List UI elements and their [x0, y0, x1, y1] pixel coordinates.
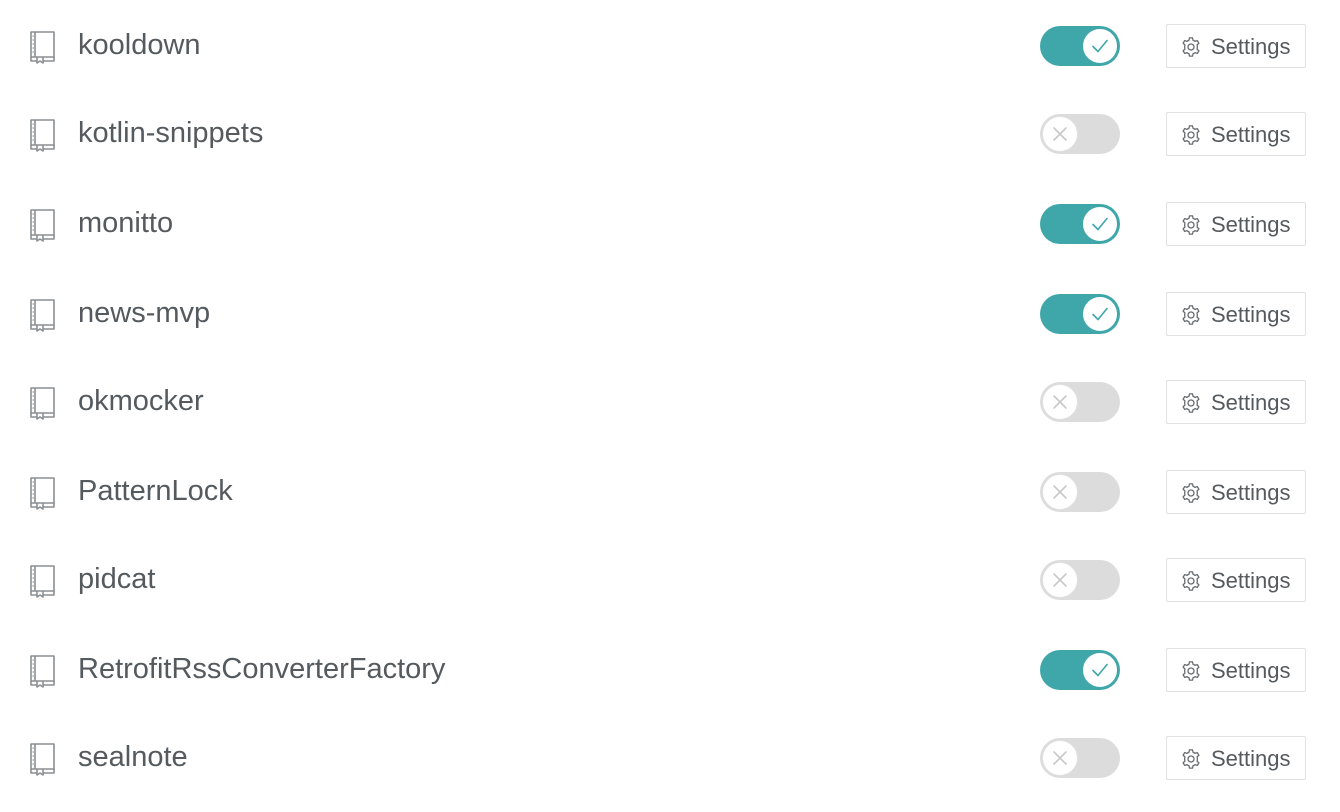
repo-name: kooldown — [78, 29, 201, 61]
repo-row-4: okmocker Settings — [0, 372, 1340, 432]
repo-row-8: sealnote Settings — [0, 728, 1340, 788]
settings-label: Settings — [1211, 302, 1291, 327]
repo-row-5: PatternLock Settings — [0, 462, 1340, 522]
repo-toggle[interactable] — [1040, 114, 1120, 154]
repo-row-1: kotlin-snippets Settings — [0, 104, 1340, 164]
toggle-knob — [1082, 296, 1118, 332]
repo-name: okmocker — [78, 385, 204, 417]
toggle-knob — [1082, 206, 1118, 242]
settings-button[interactable]: Settings — [1166, 112, 1306, 156]
toggle-knob — [1082, 28, 1118, 64]
repo-book-icon — [27, 208, 59, 242]
repo-book-icon — [27, 654, 59, 688]
repo-name: PatternLock — [78, 475, 233, 507]
settings-button[interactable]: Settings — [1166, 558, 1306, 602]
repo-book-icon — [27, 30, 59, 64]
settings-label: Settings — [1211, 658, 1291, 683]
settings-button[interactable]: Settings — [1166, 202, 1306, 246]
gear-icon — [1180, 570, 1202, 592]
settings-button[interactable]: Settings — [1166, 736, 1306, 780]
repo-toggle[interactable] — [1040, 294, 1120, 334]
repo-toggle[interactable] — [1040, 650, 1120, 690]
repo-toggle[interactable] — [1040, 26, 1120, 66]
repo-list: kooldown Settings kotlin-snippets Settin… — [0, 0, 1340, 812]
repo-row-0: kooldown Settings — [0, 16, 1340, 76]
repo-row-6: pidcat Settings — [0, 550, 1340, 610]
settings-button[interactable]: Settings — [1166, 292, 1306, 336]
gear-icon — [1180, 124, 1202, 146]
repo-book-icon — [27, 564, 59, 598]
repo-name: monitto — [78, 207, 174, 239]
repo-name: RetrofitRssConverterFactory — [78, 653, 446, 685]
repo-book-icon — [27, 118, 59, 152]
settings-button[interactable]: Settings — [1166, 24, 1306, 68]
repo-book-icon — [27, 298, 59, 332]
gear-icon — [1180, 660, 1202, 682]
repo-row-3: news-mvp Settings — [0, 284, 1340, 344]
repo-name: kotlin-snippets — [78, 117, 264, 149]
gear-icon — [1180, 214, 1202, 236]
settings-label: Settings — [1211, 122, 1291, 147]
repo-row-7: RetrofitRssConverterFactory Settings — [0, 640, 1340, 700]
settings-label: Settings — [1211, 568, 1291, 593]
gear-icon — [1180, 392, 1202, 414]
toggle-knob — [1042, 740, 1078, 776]
repo-row-2: monitto Settings — [0, 194, 1340, 254]
repo-toggle[interactable] — [1040, 472, 1120, 512]
repo-toggle[interactable] — [1040, 204, 1120, 244]
settings-label: Settings — [1211, 746, 1291, 771]
repo-name: pidcat — [78, 563, 156, 595]
repo-toggle[interactable] — [1040, 738, 1120, 778]
repo-book-icon — [27, 476, 59, 510]
toggle-knob — [1042, 384, 1078, 420]
settings-label: Settings — [1211, 212, 1291, 237]
toggle-knob — [1042, 562, 1078, 598]
gear-icon — [1180, 482, 1202, 504]
repo-toggle[interactable] — [1040, 560, 1120, 600]
gear-icon — [1180, 748, 1202, 770]
repo-book-icon — [27, 386, 59, 420]
toggle-knob — [1042, 116, 1078, 152]
repo-name: sealnote — [78, 741, 188, 773]
gear-icon — [1180, 304, 1202, 326]
toggle-knob — [1042, 474, 1078, 510]
toggle-knob — [1082, 652, 1118, 688]
settings-button[interactable]: Settings — [1166, 380, 1306, 424]
settings-button[interactable]: Settings — [1166, 470, 1306, 514]
repo-name: news-mvp — [78, 297, 211, 329]
settings-label: Settings — [1211, 34, 1291, 59]
repo-book-icon — [27, 742, 59, 776]
settings-label: Settings — [1211, 390, 1291, 415]
repo-toggle[interactable] — [1040, 382, 1120, 422]
settings-button[interactable]: Settings — [1166, 648, 1306, 692]
settings-label: Settings — [1211, 480, 1291, 505]
gear-icon — [1180, 36, 1202, 58]
